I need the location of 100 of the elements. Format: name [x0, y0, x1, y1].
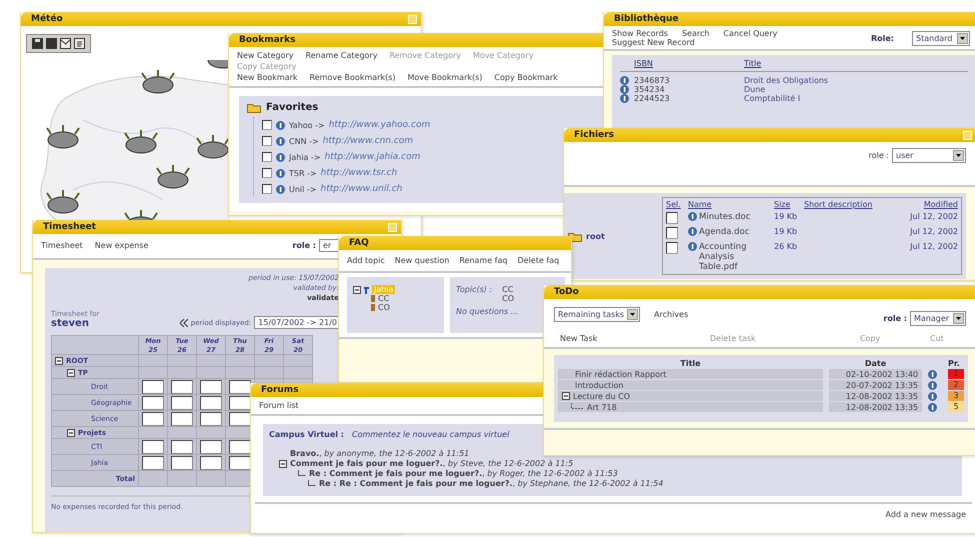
mail-icon[interactable] [60, 38, 71, 49]
info-icon[interactable] [276, 168, 285, 178]
hours-field[interactable] [200, 412, 222, 426]
forum-name[interactable]: Campus Virtuel : [269, 430, 344, 439]
checkbox[interactable] [666, 242, 678, 254]
role-select[interactable]: Manager [910, 311, 966, 326]
action-link[interactable]: Cancel Query [723, 29, 778, 38]
action-link[interactable]: Delete faq [517, 256, 560, 265]
hours-field[interactable] [171, 456, 193, 470]
tab[interactable]: Forum list [259, 401, 299, 410]
action-link[interactable]: New Bookmark [237, 73, 298, 82]
bookmark-link[interactable]: http://www.unil.ch [320, 184, 402, 194]
info-icon[interactable] [620, 76, 629, 85]
topic-label[interactable]: CO [378, 303, 390, 312]
collapse-icon[interactable] [562, 392, 570, 400]
forum-post[interactable]: Re : Comment je fais pour me loguer?., by Roger, the 12-6-2002 à 11:53 [309, 469, 618, 478]
checkbox[interactable] [262, 136, 272, 146]
info-icon[interactable] [928, 370, 937, 378]
forum-post[interactable]: Comment je fais pour me loguer?., by Steve, the 12-6-2002 à 11:5 [290, 459, 574, 468]
column-header[interactable]: Short description [804, 200, 900, 209]
hours-field[interactable] [200, 380, 222, 394]
hours-field[interactable] [171, 412, 193, 426]
file-name[interactable]: Minutes.doc [699, 212, 750, 222]
column-header[interactable]: Modified [900, 200, 958, 209]
hours-field[interactable] [229, 440, 251, 454]
bookmark-link[interactable]: http://www.tsr.ch [320, 168, 398, 178]
checkbox[interactable] [262, 120, 272, 130]
info-icon[interactable] [276, 184, 285, 194]
folder-link[interactable]: root [586, 232, 605, 240]
info-icon[interactable] [688, 212, 697, 221]
hours-field[interactable] [200, 396, 222, 410]
checkbox[interactable] [262, 184, 272, 194]
collapse-icon[interactable] [279, 460, 287, 468]
hours-field[interactable] [171, 440, 193, 454]
collapse-icon[interactable] [353, 286, 361, 294]
role-select[interactable]: Standard [912, 30, 970, 46]
checkbox[interactable] [262, 168, 272, 178]
bookmark-link[interactable]: http://www.yahoo.com [328, 120, 430, 130]
info-icon[interactable] [928, 380, 937, 390]
hours-field[interactable] [229, 380, 251, 394]
hours-field[interactable] [142, 396, 164, 410]
add-message-link[interactable]: Add a new message [885, 510, 966, 519]
role-select[interactable]: user [892, 148, 966, 163]
action-link[interactable]: Add topic [347, 256, 385, 265]
collapse-icon[interactable] [67, 428, 75, 436]
hours-field[interactable] [142, 456, 164, 470]
hours-field[interactable] [229, 396, 251, 410]
hours-field[interactable] [171, 396, 193, 410]
action-link[interactable]: Search [682, 29, 710, 38]
view-select[interactable]: Remaining tasks [554, 307, 640, 322]
role-select[interactable]: er [319, 239, 339, 252]
save-icon[interactable] [32, 38, 43, 49]
action-link[interactable]: New Category [237, 51, 294, 60]
info-icon[interactable] [620, 85, 629, 94]
title-link[interactable]: Comptabilité I [744, 94, 968, 103]
archives-link[interactable]: Archives [654, 310, 688, 319]
forum-post[interactable]: Bravo., by anonyme, the 12-6-2002 à 11:51 [290, 449, 470, 458]
column-header[interactable]: Title [744, 59, 968, 68]
column-header[interactable]: Sel. [666, 200, 688, 209]
info-icon[interactable] [276, 136, 285, 146]
action-link[interactable]: Rename faq [459, 256, 508, 265]
column-header[interactable]: Name [688, 200, 774, 209]
action-link[interactable]: Show Records [612, 29, 668, 38]
tab[interactable]: Timesheet [41, 241, 83, 250]
file-name[interactable]: Accounting Analysis Table.pdf [699, 242, 774, 272]
info-icon[interactable] [276, 120, 285, 130]
action-link[interactable]: Copy Bookmark [494, 73, 558, 82]
action-link[interactable]: Suggest New Record [612, 38, 695, 47]
checkbox[interactable] [666, 212, 678, 224]
bookmark-link[interactable]: http://www.jahia.com [324, 152, 420, 162]
file-name[interactable]: Agenda.doc [699, 227, 750, 237]
folder-icon[interactable] [247, 102, 261, 113]
task-row[interactable]: Introduction [558, 380, 823, 390]
info-icon[interactable] [620, 94, 629, 103]
hours-field[interactable] [142, 440, 164, 454]
task-row[interactable]: Finir rédaction Rapport [558, 369, 823, 379]
info-icon[interactable] [688, 227, 697, 236]
action-link[interactable]: Move Bookmark(s) [407, 73, 482, 82]
hours-field[interactable] [200, 440, 222, 454]
topic-label[interactable]: CC [378, 294, 390, 303]
task-row[interactable]: Lecture du CO [558, 391, 823, 401]
hours-field[interactable] [171, 380, 193, 394]
hours-field[interactable] [229, 456, 251, 470]
checkbox[interactable] [666, 227, 678, 239]
info-icon[interactable] [276, 152, 285, 162]
forum-post[interactable]: Re : Re : Comment je fais pour me loguer?., by Stephane, the 12-6-2002 à 11:54 [319, 479, 664, 488]
action-link[interactable]: Remove Bookmark(s) [310, 73, 396, 82]
task-row[interactable]: Art 718 [558, 402, 823, 412]
column-header[interactable]: ISBN [634, 59, 744, 68]
title-link[interactable]: Dune [744, 85, 968, 94]
hours-field[interactable] [142, 380, 164, 394]
hours-field[interactable] [229, 412, 251, 426]
tab[interactable]: New expense [94, 241, 148, 250]
action-link[interactable]: Rename Category [306, 51, 378, 60]
title-link[interactable]: Droit des Obligations [744, 76, 968, 85]
collapse-icon[interactable] [67, 368, 75, 376]
collapse-icon[interactable] [55, 356, 63, 364]
info-icon[interactable] [688, 242, 697, 251]
checkbox[interactable] [262, 152, 272, 162]
hours-field[interactable] [142, 412, 164, 426]
